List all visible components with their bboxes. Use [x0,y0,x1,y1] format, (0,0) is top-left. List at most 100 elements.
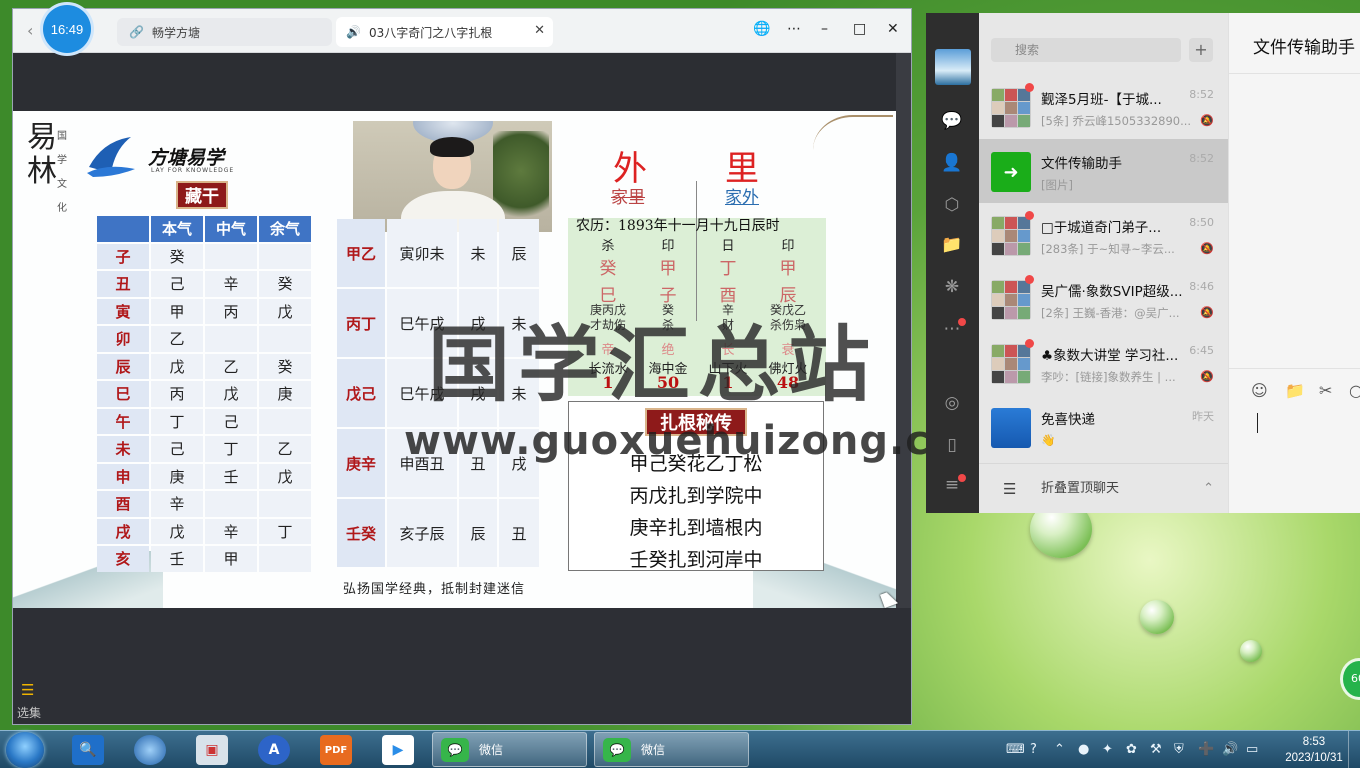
water-drop [1140,600,1174,634]
branch-cell: 卯 [97,326,149,352]
network-tool-icon[interactable]: ✦ [1102,742,1113,757]
pillar-stem: 癸 [599,259,617,279]
network-icon[interactable]: ▭ [1246,742,1258,757]
hidden-stem-cell: 己 [151,436,203,462]
chat-name: 免喜快递 [1041,412,1095,428]
playlist-icon[interactable]: ☰ [21,681,34,699]
back-icon[interactable]: ‹ [27,21,33,40]
table-header: 中气 [205,216,257,242]
scissors-icon[interactable]: ✂ [1319,381,1332,400]
show-desktop-button[interactable] [1348,731,1360,768]
chat-time: 昨天 [1192,410,1214,423]
contacts-icon[interactable]: 👤 [940,151,964,175]
pillar-god: 杀 [601,239,615,254]
tools-icon[interactable]: ⚒ [1150,742,1162,757]
pillar-stem: 甲 [659,259,677,279]
chat-sub: [5条] 乔云峰1505332890... [1041,114,1192,128]
branch-decoration [813,115,893,185]
table-row: 卯乙 [97,326,311,352]
chat-list-item[interactable]: 吴广儒·象数SVIP超级... 8:46 [2条] 王巍-香港：@吴广... 🔕 [979,267,1228,331]
help-icon[interactable]: ? [1030,742,1037,757]
chat-list-item[interactable]: 免喜快递 昨天 👋 [979,395,1228,459]
app-a-icon[interactable]: A [258,735,290,765]
scrollbar[interactable] [896,53,911,613]
clock[interactable]: 8:53 2023/10/31 [1285,734,1343,766]
chat-list-item[interactable]: 觐泽5月班-【于城... 8:52 [5条] 乔云峰1505332890... 🔕 [979,75,1228,139]
tab-inactive[interactable]: 🔗 畅学方塘 [117,18,332,46]
taskbar-wechat-2[interactable]: 💬 微信 [594,732,749,767]
favorites-icon[interactable]: ⬡ [940,193,964,217]
hidden-stem-cell [205,243,257,269]
start-button[interactable] [6,732,44,768]
floating-clock[interactable]: 16:49 [43,5,91,53]
wechat-sidebar: 💬 👤 ⬡ 📁 ❋ ⋯ ◎ ▯ ≡ [926,13,979,513]
folder-icon[interactable]: 📁 [940,233,964,257]
branch-cell: 亥 [97,546,149,572]
message-input[interactable] [1257,413,1258,433]
title-bar: ‹ 🔗 畅学方塘 🔊 03八字奇门之八字扎根 ✕ 🌐 ⋯ – □ ✕ [13,9,911,53]
avatar[interactable] [935,49,971,85]
add-chat-button[interactable]: + [1189,38,1213,62]
tray-app-icon[interactable]: ✿ [1126,742,1137,757]
pdf-icon[interactable]: PDF [320,735,352,765]
shield-icon[interactable]: ⛨ [1174,742,1184,757]
phone-icon[interactable]: ▯ [940,433,964,457]
chat-time: 8:50 [1189,216,1214,229]
secret-line: 壬癸扎到河岸中 [629,549,763,571]
chat-time: 8:52 [1189,152,1214,165]
minimize-icon[interactable]: – [821,21,828,37]
taskbar-wechat-1[interactable]: 💬 微信 [432,732,587,767]
mini-program-icon[interactable]: ◎ [940,391,964,415]
tray-expand-icon[interactable]: ⌃ [1054,742,1065,757]
close-icon[interactable]: ✕ [887,21,899,37]
toolbox-icon[interactable]: ▣ [196,735,228,765]
chat-time: 6:45 [1189,344,1214,357]
lunar-date: 农历：1893年十一月十九日辰时 [576,218,780,234]
table-row: 午丁己 [97,408,311,434]
chat-list-item[interactable]: □于城道奇门弟子... 8:50 [283条] 于~知寻~李云... 🔕 [979,203,1228,267]
browser-icon[interactable] [134,735,166,765]
hidden-stem-cell: 己 [205,408,257,434]
tab-close-icon[interactable]: ✕ [534,23,545,38]
chat-list-item[interactable]: ➜ 文件传输助手 8:52 [图片] [979,139,1228,203]
hidden-stem-cell: 癸 [259,271,311,297]
file-icon[interactable]: 📁 [1285,381,1305,400]
chat-icon[interactable]: 💬 [940,109,964,133]
stem-cell: 戊己 [337,359,385,427]
divider [1229,73,1360,74]
hidden-stem-cell: 乙 [205,353,257,379]
emoji-icon[interactable]: ☺ [1251,381,1268,400]
search-input[interactable]: 搜索 [991,38,1181,62]
playlist-label[interactable]: 选集 [17,704,41,721]
chat-list-item[interactable]: ♣象数大讲堂 学习社... 6:45 李吵：[链接]象数养生 | ... 🔕 [979,331,1228,395]
chat-sub: [图片] [1041,178,1073,192]
hidden-stem-cell: 戊 [259,298,311,324]
table-row: 丑己辛癸 [97,271,311,297]
hidden-stem-cell: 壬 [205,463,257,489]
hidden-stem-cell [205,491,257,517]
more-icon[interactable]: ⋯ [787,21,801,37]
branch-cell: 寅 [97,298,149,324]
keyboard-icon[interactable]: ⌨ [1006,742,1025,757]
mute-icon: 🔕 [1200,114,1214,127]
volume-icon[interactable]: 🔊 [1222,742,1238,757]
maximize-icon[interactable]: □ [853,21,866,37]
pillar-god: 印 [781,239,795,254]
clock-time: 8:53 [1302,736,1326,748]
wai-sub: 家里 [611,188,645,208]
root-cell: 亥子辰 [387,499,457,567]
divider [1229,368,1360,369]
hidden-stem-cell: 戊 [259,463,311,489]
chat-bubble-icon[interactable]: ○ [1349,381,1360,400]
moments-icon[interactable]: ❋ [940,275,964,299]
hidden-stem-cell: 甲 [151,298,203,324]
tab-active[interactable]: 🔊 03八字奇门之八字扎根 ✕ [336,17,553,47]
fold-pinned-chats[interactable]: ☰ 折叠置顶聊天 ⌃ [979,463,1228,513]
globe-icon[interactable]: 🌐 [753,21,770,37]
wechat-tray-icon[interactable]: ● [1078,742,1089,757]
pillar-stem: 丁 [719,259,737,279]
slide-motto: 弘扬国学经典，抵制封建迷信 [343,582,526,597]
magnifier-icon[interactable]: 🔍 [72,735,104,765]
player-app-icon[interactable]: ▶ [382,735,414,765]
plus-tray-icon[interactable]: ➕ [1198,742,1214,757]
